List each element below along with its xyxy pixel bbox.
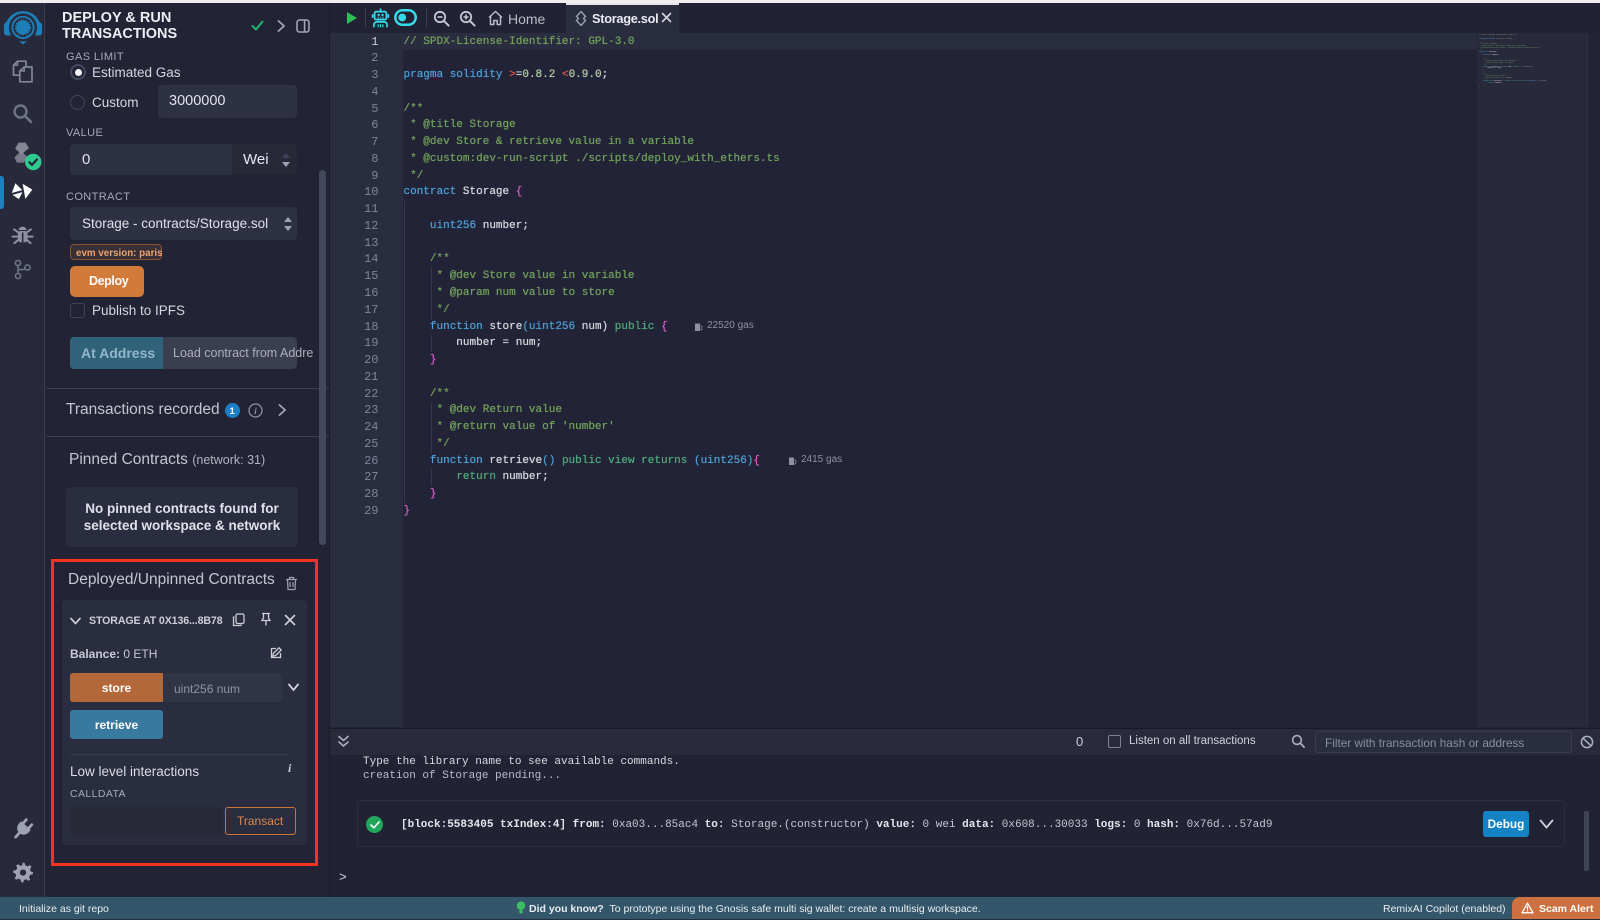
svg-text:i: i xyxy=(254,406,257,416)
